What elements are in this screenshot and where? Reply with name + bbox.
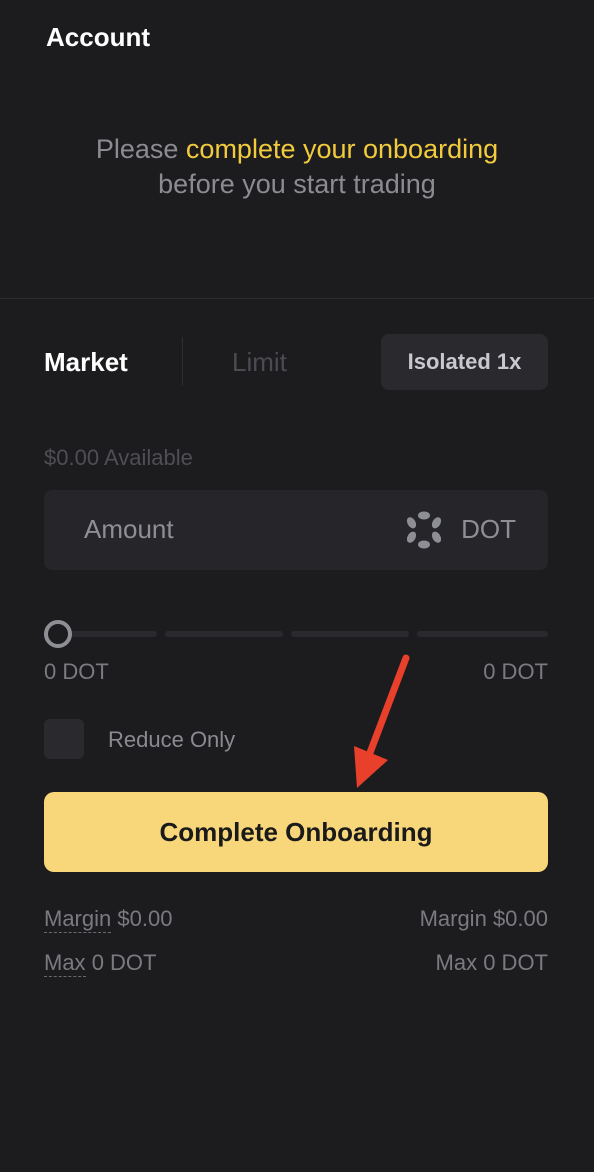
onboarding-prefix: Please	[95, 134, 186, 164]
polkadot-icon	[406, 511, 442, 549]
margin-row: Margin $0.00 Margin $0.00	[44, 906, 548, 936]
complete-onboarding-button[interactable]: Complete Onboarding	[44, 792, 548, 872]
margin-value-right: $0.00	[492, 906, 548, 931]
reduce-only-checkbox[interactable]	[44, 719, 84, 759]
margin-right: Margin $0.00	[420, 906, 548, 932]
max-label[interactable]: Max	[44, 950, 86, 977]
slider-handle[interactable]	[44, 620, 72, 648]
amount-input[interactable]: Amount DOT	[44, 490, 548, 570]
amount-placeholder: Amount	[84, 514, 174, 544]
reduce-only-label[interactable]: Reduce Only	[108, 727, 235, 753]
slider-max-label: 0 DOT	[483, 659, 548, 684]
margin-label-right: Margin	[419, 906, 487, 931]
tab-separator	[182, 337, 183, 385]
tab-limit[interactable]: Limit	[232, 347, 287, 378]
max-value: 0 DOT	[91, 950, 157, 975]
margin-label[interactable]: Margin	[44, 906, 112, 933]
max-right: Max 0 DOT	[436, 950, 548, 976]
max-left: Max 0 DOT	[44, 950, 157, 977]
tab-market[interactable]: Market	[44, 347, 128, 378]
slider-min-label: 0 DOT	[44, 659, 109, 684]
max-label-right: Max	[435, 950, 478, 975]
slider-segment	[58, 631, 157, 637]
onboarding-message: Please complete your onboarding before y…	[0, 132, 594, 202]
amount-currency: DOT	[461, 514, 516, 544]
available-balance: $0.00 Available	[44, 445, 193, 470]
slider-segment	[165, 631, 283, 637]
onboarding-link[interactable]: complete your onboarding	[186, 134, 498, 164]
onboarding-line-2: before you start trading	[158, 169, 436, 199]
margin-value: $0.00	[117, 906, 173, 931]
max-row: Max 0 DOT Max 0 DOT	[44, 950, 548, 980]
max-value-right: 0 DOT	[483, 950, 548, 975]
margin-left: Margin $0.00	[44, 906, 173, 933]
margin-mode-button[interactable]: Isolated 1x	[381, 334, 548, 390]
page-title: Account	[46, 22, 150, 52]
order-type-tabs: Market Limit Isolated 1x	[44, 334, 548, 390]
slider-segment	[417, 631, 548, 637]
annotation-arrow-icon	[354, 654, 410, 788]
slider-segment	[291, 631, 409, 637]
amount-slider[interactable]	[44, 620, 548, 648]
section-divider	[0, 298, 594, 299]
onboarding-line-1: Please complete your onboarding	[0, 132, 594, 167]
